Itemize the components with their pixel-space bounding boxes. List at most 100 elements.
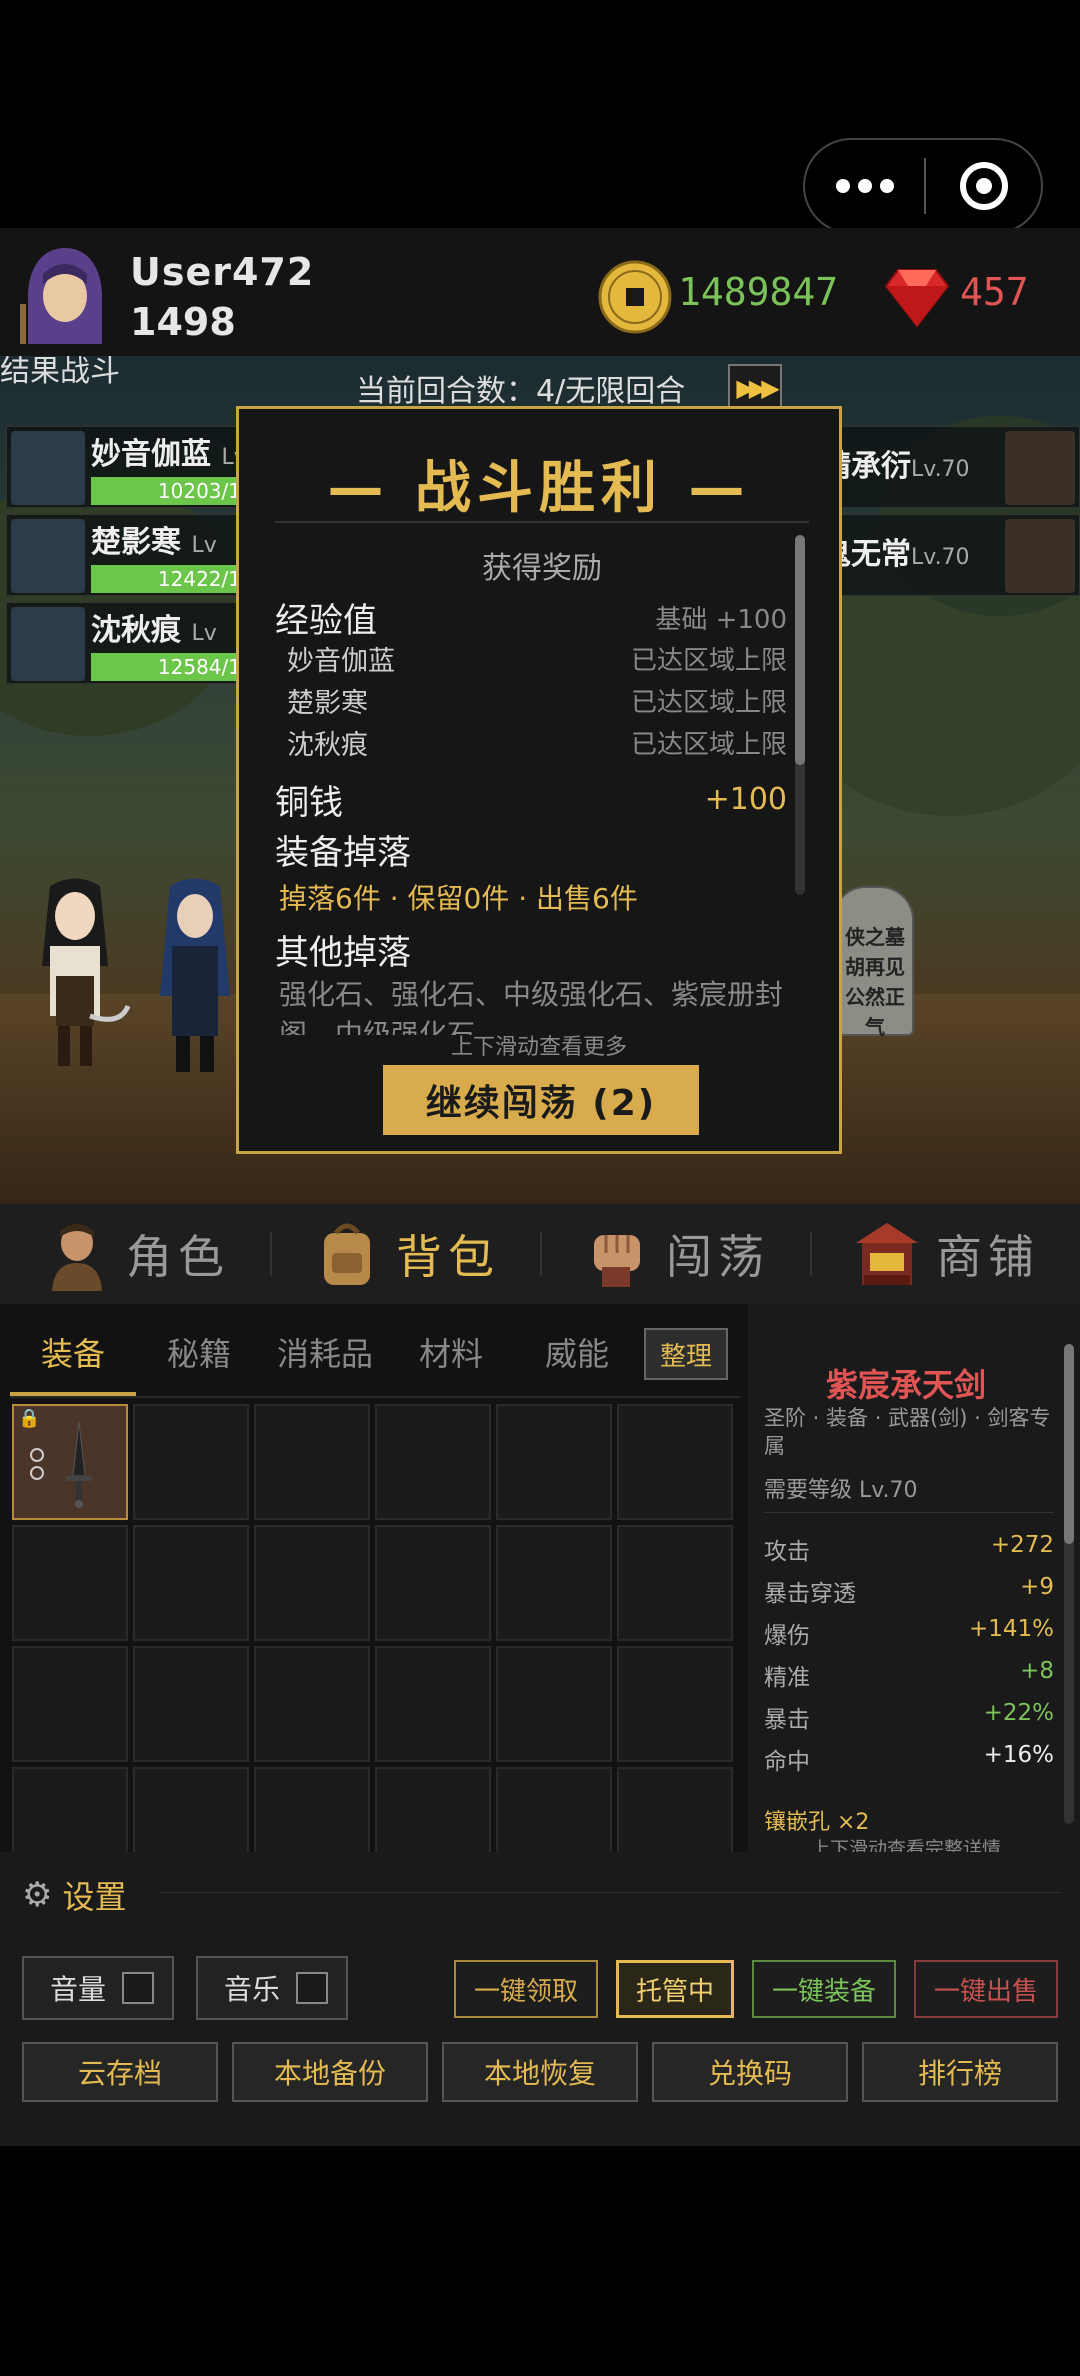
inventory-slot[interactable] [617,1767,733,1852]
inventory-slot[interactable] [133,1525,249,1641]
inventory-slot[interactable] [375,1525,491,1641]
inventory-slot[interactable] [496,1404,612,1520]
enemy-portrait [1005,519,1075,593]
stat-label: 命中 [764,1749,810,1775]
hero-card[interactable]: 沈秋痕 Lv 12584/1 [6,602,251,684]
inventory-slot-sword[interactable]: 🔒 [12,1404,128,1520]
enemy-card[interactable]: 靖承衍Lv.70 [820,426,1080,508]
nav-item-character[interactable]: 角色 [0,1204,270,1304]
hero-sprite [42,878,130,1066]
inventory-slot[interactable] [375,1404,491,1520]
hero-card[interactable]: 妙音伽蓝 Lv 10203/1 [6,426,251,508]
copper-value: +100 [704,782,787,817]
inventory-slot[interactable] [254,1404,370,1520]
inventory-slot[interactable] [496,1767,612,1852]
inventory-slot[interactable] [133,1404,249,1520]
item-name: 紫宸承天剑 [825,1366,986,1404]
inventory-slot[interactable] [617,1525,733,1641]
inventory-slot[interactable] [12,1525,128,1641]
local-restore-button[interactable]: 本地恢复 [442,2042,638,2102]
tab-equipment[interactable]: 装备 [10,1322,136,1396]
stat-label: 攻击 [764,1539,810,1565]
inventory-slot[interactable] [12,1767,128,1852]
tombstone-text: 侠之墓 胡再见 公然正气 [845,925,905,1039]
hero-hp-bar: 12422/1 [91,565,251,593]
modal-scrollbar[interactable] [795,535,805,895]
exp-member-row: 妙音伽蓝 已达区域上限 [275,639,787,678]
exp-row: 经验值 基础 +100 [275,593,787,642]
hero-name: 妙音伽蓝 [91,437,211,472]
fast-forward-button[interactable]: ▶▶▶ [728,364,782,412]
top-status-bar: User472 1498 1489847 457 [0,228,1080,356]
inventory-slot[interactable] [254,1767,370,1852]
coin-icon [598,260,672,334]
victory-modal: — 战斗胜利 — 获得奖励 经验值 基础 +100 妙音伽蓝 已达区域上限 楚影… [236,406,842,1154]
hero-name: 沈秋痕 [91,613,181,648]
inventory-slot[interactable] [133,1646,249,1762]
continue-button[interactable]: 继续闯荡 (2) [383,1065,699,1135]
tab-manuals[interactable]: 秘籍 [136,1322,262,1396]
music-checkbox[interactable] [296,1972,328,2004]
equip-drop-summary: 掉落6件 · 保留0件 · 出售6件 [279,882,638,915]
inventory-slot[interactable] [617,1404,733,1520]
nav-item-backpack[interactable]: 背包 [270,1204,540,1304]
inventory-slot[interactable] [496,1525,612,1641]
inventory-slot[interactable] [617,1646,733,1762]
player-level: 1498 [130,300,236,344]
stat-label: 暴击 [764,1707,810,1733]
collect-all-button[interactable]: 一键领取 [454,1960,598,2018]
volume-checkbox[interactable] [122,1972,154,2004]
close-target-icon[interactable] [926,140,1041,232]
socket-count: 镶嵌孔 ×2 [764,1810,870,1835]
leaderboard-button[interactable]: 排行榜 [862,2042,1058,2102]
modal-title: — 战斗胜利 — [327,456,751,521]
tab-power[interactable]: 威能 [514,1322,640,1396]
inventory-panel: 装备 秘籍 消耗品 材料 威能 整理 🔒 [0,1304,748,1852]
volume-toggle[interactable]: 音量 [22,1956,174,2020]
sort-button[interactable]: 整理 [644,1328,728,1380]
inventory-slot[interactable] [254,1525,370,1641]
stat-row: 命中 +16% [764,1742,1054,1776]
redeem-code-button[interactable]: 兑换码 [652,2042,848,2102]
stat-label: 精准 [764,1665,810,1691]
hero-name: 楚影寒 [91,525,181,560]
cloud-save-button[interactable]: 云存档 [22,2042,218,2102]
detail-scrollbar[interactable] [1064,1344,1074,1824]
battle-result-label: 结果战斗 [0,356,120,389]
enemy-card[interactable]: 鬼无常Lv.70 [820,514,1080,596]
exp-member-row: 楚影寒 已达区域上限 [275,681,787,720]
nav-item-shop[interactable]: 商铺 [810,1204,1080,1304]
inventory-slot[interactable] [133,1767,249,1852]
tab-consumables[interactable]: 消耗品 [262,1322,388,1396]
inventory-slot[interactable] [375,1767,491,1852]
member-name: 楚影寒 [287,688,368,719]
rewards-list[interactable]: 获得奖励 经验值 基础 +100 妙音伽蓝 已达区域上限 楚影寒 已达区域上限 … [275,535,809,1035]
more-dots-icon[interactable] [805,140,924,232]
settings-label: 设置 [62,1878,127,1916]
local-backup-button[interactable]: 本地备份 [232,2042,428,2102]
inventory-slot[interactable] [12,1646,128,1762]
fist-icon [594,1235,640,1287]
player-avatar[interactable] [18,244,112,348]
hero-card[interactable]: 楚影寒 Lv 12422/1 [6,514,251,596]
hero-portrait [11,519,85,593]
hero-hp-bar: 10203/1 [91,477,251,505]
hero-level: Lv [191,533,217,558]
auto-play-button[interactable]: 托管中 [616,1960,734,2018]
nav-item-adventure[interactable]: 闯荡 [540,1204,810,1304]
inventory-slot[interactable] [254,1646,370,1762]
inventory-grid: 🔒 [12,1404,736,1852]
stat-row: 暴击穿透 +9 [764,1574,1054,1608]
music-toggle[interactable]: 音乐 [196,1956,348,2020]
coin-balance: 1489847 [678,270,839,314]
inventory-slot[interactable] [496,1646,612,1762]
item-detail-panel[interactable]: 紫宸承天剑 圣阶 · 装备 · 武器(剑) · 剑客专属 需要等级 Lv.70 … [748,1304,1080,1870]
shop-icon [856,1223,918,1285]
inventory-slot[interactable] [375,1646,491,1762]
enemy-portrait [1005,431,1075,505]
tab-materials[interactable]: 材料 [388,1322,514,1396]
equip-all-button[interactable]: 一键装备 [752,1960,896,2018]
sell-all-button[interactable]: 一键出售 [914,1960,1058,2018]
gem-icon [884,269,950,328]
lock-icon: 🔒 [18,1408,41,1429]
